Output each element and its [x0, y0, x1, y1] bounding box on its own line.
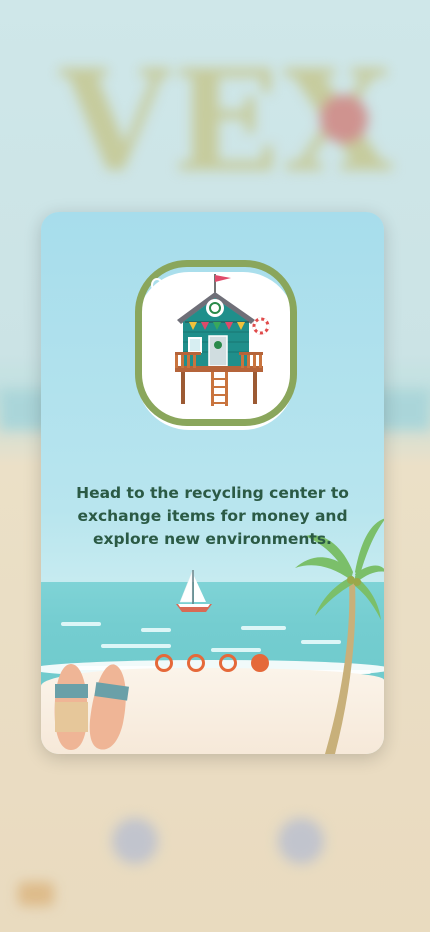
tutorial-card: Head to the recycling center to exchange…: [41, 212, 384, 754]
page-indicator: [155, 654, 269, 672]
page-dot-3[interactable]: [219, 654, 237, 672]
surfboards-icon: [54, 664, 130, 750]
sailboat-icon: [176, 570, 212, 612]
feature-icon-frame: [135, 260, 297, 430]
page-dot-4[interactable]: [251, 654, 269, 672]
page-dot-1[interactable]: [155, 654, 173, 672]
description-line-3: explore new environments.: [93, 530, 332, 548]
page-dot-2[interactable]: [187, 654, 205, 672]
recycling-hut-icon: [175, 274, 270, 406]
description-line-1: Head to the recycling center to: [76, 484, 349, 502]
tutorial-description: Head to the recycling center to exchange…: [41, 482, 384, 551]
description-line-2: exchange items for money and: [77, 507, 348, 525]
